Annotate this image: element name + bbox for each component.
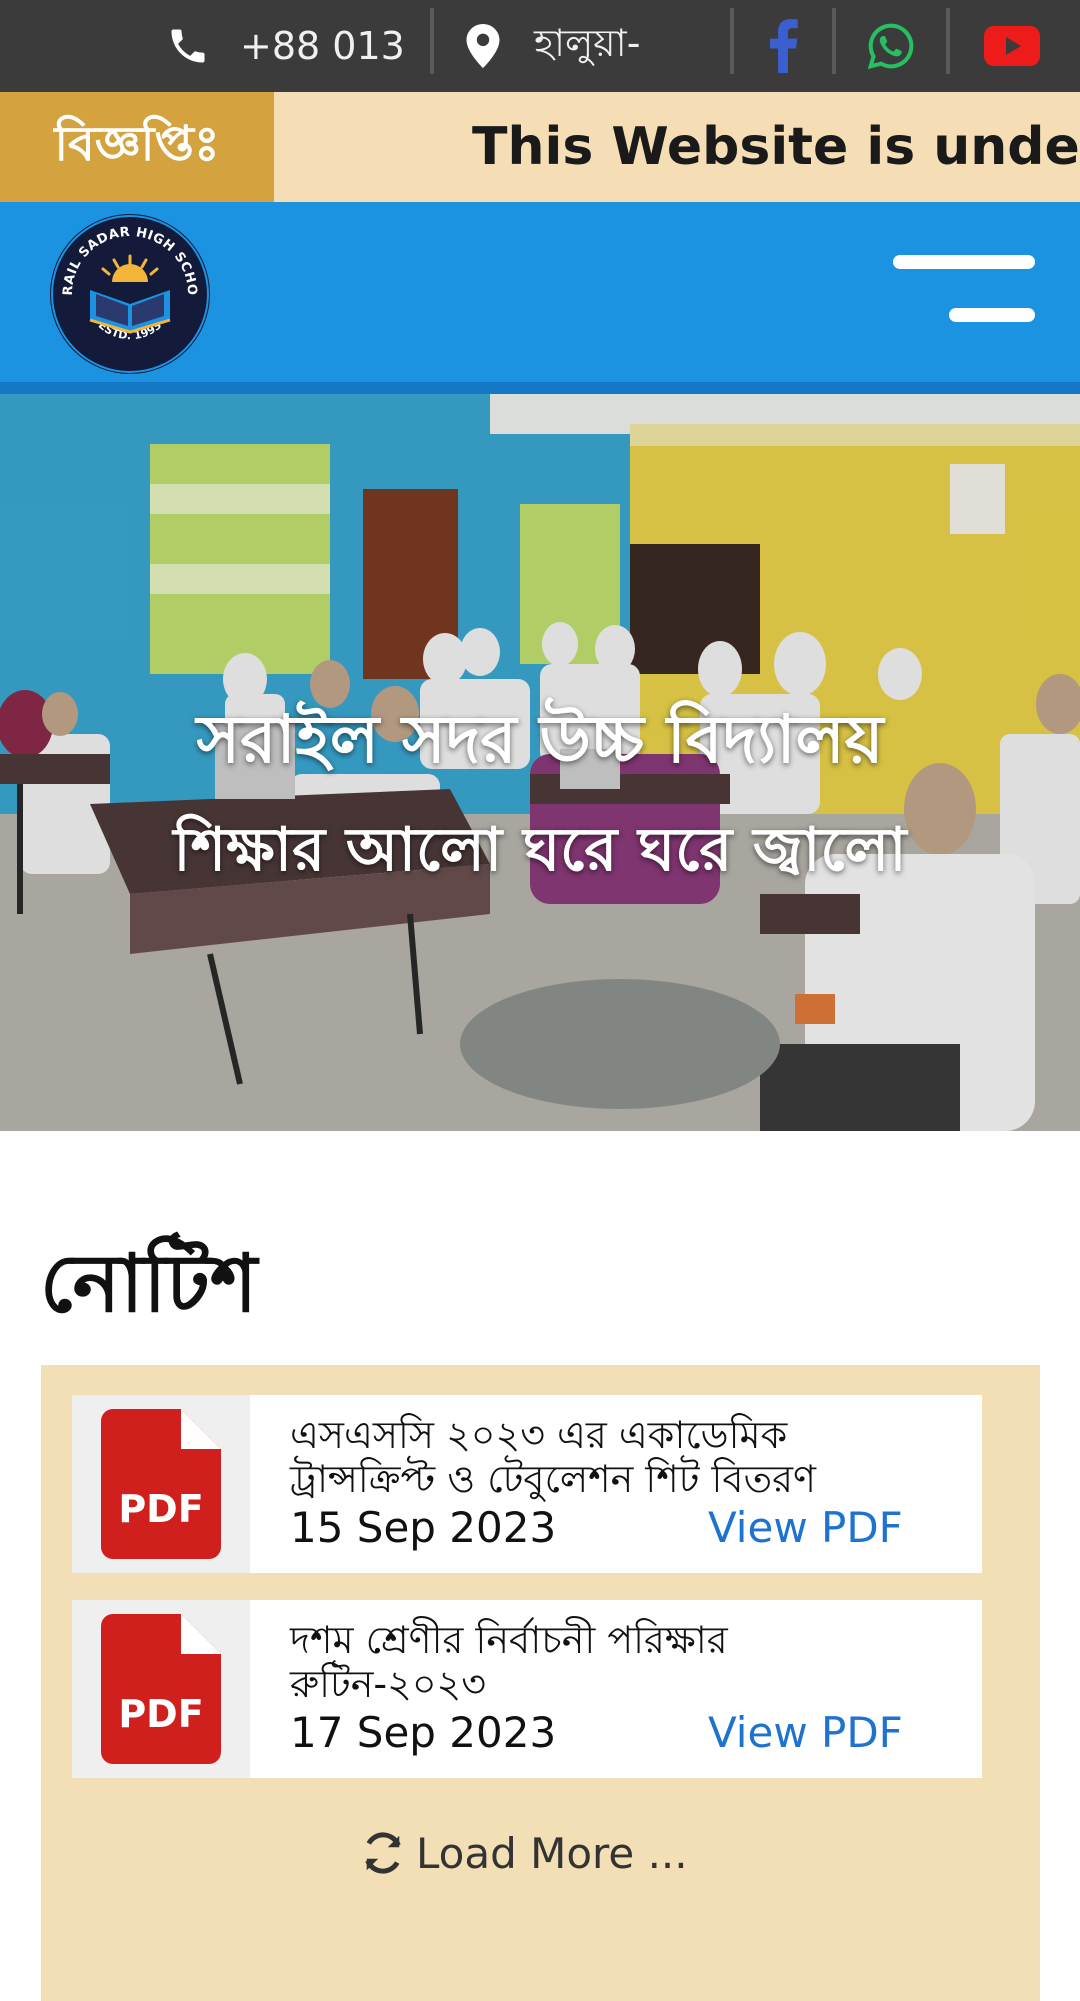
svg-text:PDF: PDF bbox=[118, 1692, 203, 1736]
divider bbox=[730, 8, 734, 74]
header-underline bbox=[0, 382, 1080, 394]
pdf-file-icon: PDF bbox=[101, 1614, 221, 1768]
notice-marquee-bar: বিজ্ঞপ্তিঃ This Website is under n bbox=[0, 92, 1080, 202]
location-pin-icon bbox=[466, 24, 500, 68]
school-logo[interactable]: SARAIL SADAR HIGH SCHOOL ESTD. 1993 bbox=[42, 201, 212, 376]
notice-card: PDF দশম শ্রেণীর নির্বাচনী পরিক্ষার রুটিন… bbox=[72, 1600, 982, 1778]
divider bbox=[946, 8, 950, 74]
location-text: হালুয়া- bbox=[534, 21, 641, 65]
load-more-label: Load More ... bbox=[416, 1828, 688, 1878]
menu-line bbox=[893, 255, 1035, 269]
notice-section-title: নোটিশ bbox=[40, 1237, 258, 1330]
phone-icon bbox=[166, 24, 210, 68]
divider bbox=[430, 8, 434, 74]
top-contact-bar: +88 013 হালুয়া- bbox=[0, 0, 1080, 92]
notice-date: 15 Sep 2023 bbox=[290, 1503, 557, 1552]
pdf-file-icon: PDF bbox=[101, 1409, 221, 1563]
notice-title: এসএসসি ২০২৩ এর একাডেমিক ট্রান্সক্রিপ্ট ও… bbox=[290, 1413, 816, 1501]
refresh-icon bbox=[360, 1830, 406, 1876]
youtube-icon[interactable] bbox=[984, 0, 1040, 92]
notice-date: 17 Sep 2023 bbox=[290, 1708, 557, 1757]
notice-marquee-text[interactable]: This Website is under n bbox=[472, 92, 1080, 202]
whatsapp-icon[interactable] bbox=[866, 0, 916, 92]
phone-link[interactable]: +88 013 bbox=[166, 0, 405, 92]
menu-toggle-button[interactable] bbox=[893, 255, 1035, 325]
hero-banner: সরাইল সদর উচ্চ বিদ্যালয় শিক্ষার আলো ঘরে… bbox=[0, 394, 1080, 1131]
view-pdf-link[interactable]: View PDF bbox=[708, 1708, 903, 1757]
notice-label: বিজ্ঞপ্তিঃ bbox=[0, 92, 274, 202]
notice-title: দশম শ্রেণীর নির্বাচনী পরিক্ষার রুটিন-২০২… bbox=[290, 1618, 728, 1706]
hero-title: সরাইল সদর উচ্চ বিদ্যালয় bbox=[196, 701, 884, 778]
view-pdf-link[interactable]: View PDF bbox=[708, 1503, 903, 1552]
phone-number: +88 013 bbox=[240, 24, 405, 68]
hero-subtitle: শিক্ষার আলো ঘরে ঘরে জ্বালো bbox=[173, 815, 907, 885]
divider bbox=[832, 8, 836, 74]
menu-line bbox=[949, 308, 1035, 322]
load-more-button[interactable]: Load More ... bbox=[360, 1823, 688, 1883]
notice-card: PDF এসএসসি ২০২৩ এর একাডেমিক ট্রান্সক্রিপ… bbox=[72, 1395, 982, 1573]
facebook-icon[interactable] bbox=[766, 0, 800, 92]
location-link[interactable]: হালুয়া- bbox=[466, 0, 640, 92]
svg-text:PDF: PDF bbox=[118, 1487, 203, 1531]
